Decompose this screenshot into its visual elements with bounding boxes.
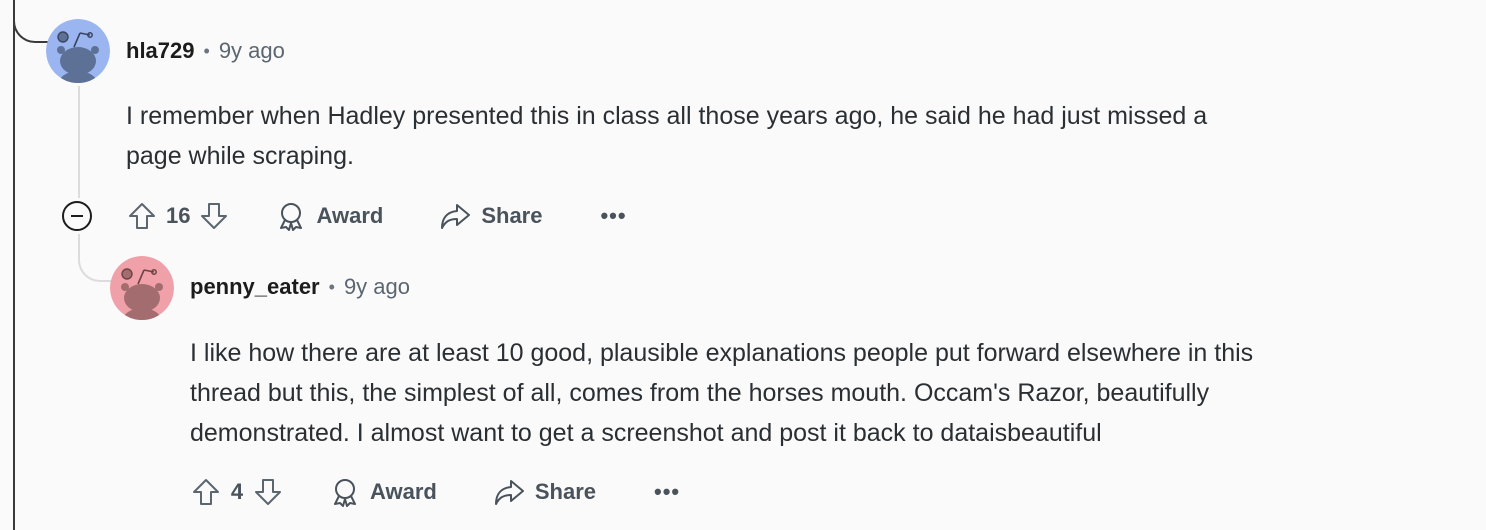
upvote-button[interactable] — [126, 200, 158, 232]
award-label: Award — [316, 203, 384, 228]
meta-separator: • — [203, 40, 210, 61]
vote-score: 16 — [166, 203, 191, 228]
share-button[interactable]: Share — [439, 201, 542, 231]
snoo-avatar-icon — [46, 19, 110, 83]
comment-body: I remember when Hadley presented this in… — [126, 96, 1396, 176]
username-link[interactable]: penny_eater — [190, 274, 320, 300]
comment-body-line: page while scraping. — [126, 142, 354, 170]
share-icon — [441, 204, 471, 229]
comment-meta: penny_eater • 9y ago — [190, 274, 410, 300]
snoo-avatar-icon — [110, 256, 174, 320]
comment-actions: 4 Award Share ••• — [190, 472, 680, 512]
downvote-button[interactable] — [252, 476, 284, 508]
arrow-down-icon — [201, 203, 228, 229]
avatar[interactable] — [110, 256, 174, 320]
vote-score: 4 — [230, 479, 244, 504]
comment-thread: hla729 • 9y ago I remember when Hadley p… — [0, 0, 1486, 530]
comment-body-line: I like how there are at least 10 good, p… — [190, 339, 1254, 367]
more-options-button[interactable]: ••• — [654, 479, 680, 505]
comment-body: I like how there are at least 10 good, p… — [190, 333, 1460, 453]
more-options-button[interactable]: ••• — [600, 203, 626, 229]
parent-thread-line-vertical[interactable] — [13, 0, 15, 530]
award-icon — [334, 479, 356, 507]
award-label: Award — [370, 479, 437, 504]
comment-thread-line[interactable] — [78, 86, 80, 198]
meta-separator: • — [328, 276, 335, 297]
arrow-down-icon — [255, 479, 281, 505]
comment-body-line: thread but this, the simplest of all, co… — [190, 379, 1210, 407]
minus-icon — [71, 215, 83, 217]
timestamp[interactable]: 9y ago — [219, 38, 285, 64]
award-icon — [280, 203, 303, 231]
arrow-up-icon — [193, 479, 219, 505]
comment-body-line: demonstrated. I almost want to get a scr… — [190, 419, 1102, 447]
comment-meta: hla729 • 9y ago — [126, 38, 285, 64]
upvote-button[interactable] — [190, 476, 222, 508]
award-button[interactable]: Award — [330, 477, 437, 507]
arrow-up-icon — [129, 203, 155, 229]
share-label: Share — [534, 479, 596, 504]
timestamp[interactable]: 9y ago — [344, 274, 410, 300]
vote-control: 16 — [126, 200, 230, 232]
parent-thread-line[interactable] — [13, 0, 49, 43]
downvote-button[interactable] — [198, 200, 230, 232]
comment-actions: 16 Award Share ••• — [126, 196, 627, 236]
avatar[interactable] — [46, 19, 110, 83]
reply-thread-line[interactable] — [78, 234, 112, 282]
award-button[interactable]: Award — [276, 201, 383, 231]
collapse-thread-button[interactable] — [62, 201, 92, 231]
vote-control: 4 — [190, 476, 284, 508]
share-label: Share — [481, 203, 543, 228]
share-icon — [494, 480, 524, 505]
share-button[interactable]: Share — [493, 477, 596, 507]
comment-body-line: I remember when Hadley presented this in… — [126, 102, 1208, 130]
username-link[interactable]: hla729 — [126, 38, 195, 64]
